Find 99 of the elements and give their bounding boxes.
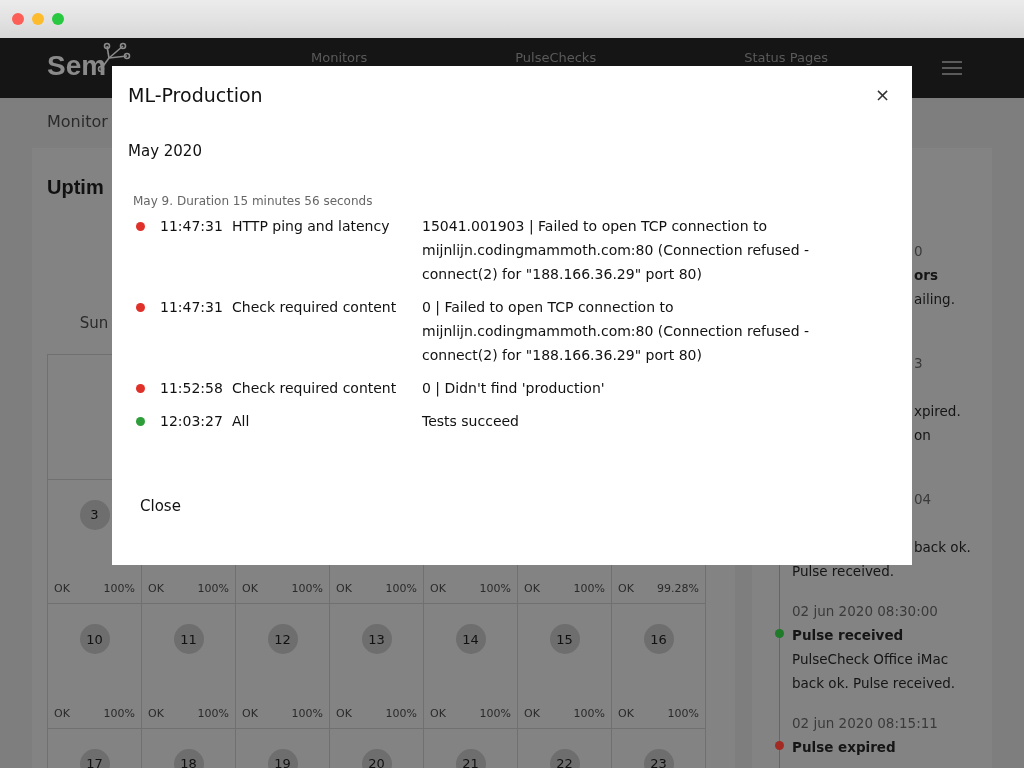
calendar-day[interactable]: 18 <box>142 728 236 768</box>
check-name: Check required content <box>232 298 398 317</box>
event-time: 02 jun 2020 08:15:11 <box>792 714 939 733</box>
calendar-day[interactable]: 12 OK 100% <box>236 604 330 729</box>
calendar-day[interactable]: 20 <box>330 728 424 768</box>
status-label: OK <box>618 706 634 720</box>
day-number: 19 <box>267 748 298 768</box>
event-time: 3 <box>914 354 924 373</box>
calendar-day[interactable]: 19 <box>236 728 330 768</box>
event-time: 0 <box>914 242 924 261</box>
minimize-window-icon[interactable] <box>32 13 44 25</box>
check-message: 15041.001903 | Failed to open TCP connection to mijnlijn.codingmammoth.com:80 (Connection refused - connect(2) for "188.166.36.29" port 80) <box>422 217 811 284</box>
section-title: Uptim <box>47 176 105 199</box>
status-label: OK <box>148 706 164 720</box>
menu-icon[interactable] <box>942 60 962 76</box>
event-title: Pulse expired <box>792 738 897 757</box>
check-message: 0 | Failed to open TCP connection to mijnlijn.codingmammoth.com:80 (Connection refused - connect(2) for "188.166.36.29" port 80) <box>422 298 811 365</box>
calendar-day[interactable]: 10 OK 100% <box>48 604 142 729</box>
zoom-window-icon[interactable] <box>52 13 64 25</box>
status-label: OK <box>618 582 634 595</box>
uptime-percent: 100% <box>103 706 135 720</box>
check-name: All <box>232 412 251 431</box>
day-number: 14 <box>455 624 486 654</box>
event-time: 04 <box>914 490 933 509</box>
nav-link[interactable]: PulseChecks <box>515 50 597 65</box>
calendar-day[interactable]: 11 OK 100% <box>142 604 236 729</box>
check-time: 12:03:27 <box>160 412 224 431</box>
day-number: 23 <box>643 748 674 768</box>
day-number: 12 <box>267 624 298 654</box>
event-text: on <box>914 426 932 445</box>
calendar-day[interactable]: 21 <box>424 728 518 768</box>
event-text: xpired. <box>914 402 962 421</box>
close-window-icon[interactable] <box>12 13 24 25</box>
status-label: OK <box>336 582 352 595</box>
day-number: 18 <box>173 748 204 768</box>
nav-link[interactable]: Monitors <box>311 50 368 65</box>
check-name: HTTP ping and latency <box>232 217 391 236</box>
uptime-percent: 100% <box>385 706 417 720</box>
status-label: OK <box>430 706 446 720</box>
day-number: 15 <box>549 624 580 654</box>
uptime-percent: 100% <box>573 706 605 720</box>
close-button[interactable]: Close <box>140 497 181 515</box>
uptime-percent: 100% <box>103 582 135 595</box>
status-label: OK <box>336 706 352 720</box>
status-label: OK <box>524 582 540 595</box>
check-message: Tests succeed <box>422 412 520 431</box>
day-number: 3 <box>79 499 110 530</box>
calendar-day[interactable]: 13 OK 100% <box>330 604 424 729</box>
calendar-day[interactable]: 23 <box>612 728 706 768</box>
day-number: 11 <box>173 624 204 654</box>
nav-link[interactable]: Status Pages <box>744 50 828 65</box>
status-label: OK <box>524 706 540 720</box>
status-label: OK <box>430 582 446 595</box>
calendar-day[interactable]: 15 OK 100% <box>518 604 612 729</box>
uptime-percent: 100% <box>291 582 323 595</box>
day-number: 20 <box>361 748 392 768</box>
calendar-day[interactable]: 16 OK 100% <box>612 604 706 729</box>
check-time: 11:47:31 <box>160 298 224 317</box>
incident-summary: May 9. Duration 15 minutes 56 seconds <box>132 194 374 208</box>
status-label: OK <box>242 582 258 595</box>
check-time: 11:47:31 <box>160 217 224 236</box>
calendar-day[interactable]: 14 OK 100% <box>424 604 518 729</box>
calendar-day[interactable]: 22 <box>518 728 612 768</box>
check-name: Check required content <box>232 379 398 398</box>
status-label: OK <box>242 706 258 720</box>
day-number: 22 <box>549 748 580 768</box>
uptime-percent: 100% <box>479 582 511 595</box>
month-heading: May 2020 <box>128 142 203 160</box>
event-text: back ok. <box>914 538 972 557</box>
uptime-percent: 100% <box>667 706 699 720</box>
calendar-day[interactable]: 17 <box>48 728 142 768</box>
status-label: OK <box>54 582 70 595</box>
day-number: 17 <box>79 748 110 768</box>
close-button[interactable]: × <box>868 84 896 105</box>
day-number: 13 <box>361 624 392 654</box>
uptime-percent: 100% <box>291 706 323 720</box>
uptime-percent: 100% <box>573 582 605 595</box>
uptime-percent: 100% <box>479 706 511 720</box>
check-time: 11:52:58 <box>160 379 224 398</box>
uptime-percent: 100% <box>197 706 229 720</box>
day-number: 21 <box>455 748 486 768</box>
event-text: PulseCheck Office iMac <box>792 650 950 669</box>
event-time: 02 jun 2020 08:30:00 <box>792 602 939 621</box>
check-message: 0 | Didn't find 'production' <box>422 379 606 399</box>
logo[interactable]: Sem <box>47 50 107 82</box>
event-title: ors <box>914 266 939 285</box>
event-title: Pulse received <box>792 626 905 645</box>
status-label: OK <box>148 582 164 595</box>
uptime-percent: 99.28% <box>657 582 699 595</box>
uptime-percent: 100% <box>385 582 417 595</box>
day-number: 16 <box>643 624 674 654</box>
event-text: back ok. Pulse received. <box>792 674 957 693</box>
event-text: ailing. <box>914 290 956 309</box>
uptime-percent: 100% <box>197 582 229 595</box>
event-text: Pulse received. <box>792 562 896 581</box>
day-number: 10 <box>79 624 110 654</box>
weekday-label: Sun <box>78 314 110 334</box>
status-label: OK <box>54 706 70 720</box>
dialog-title: ML-Production <box>128 84 263 106</box>
